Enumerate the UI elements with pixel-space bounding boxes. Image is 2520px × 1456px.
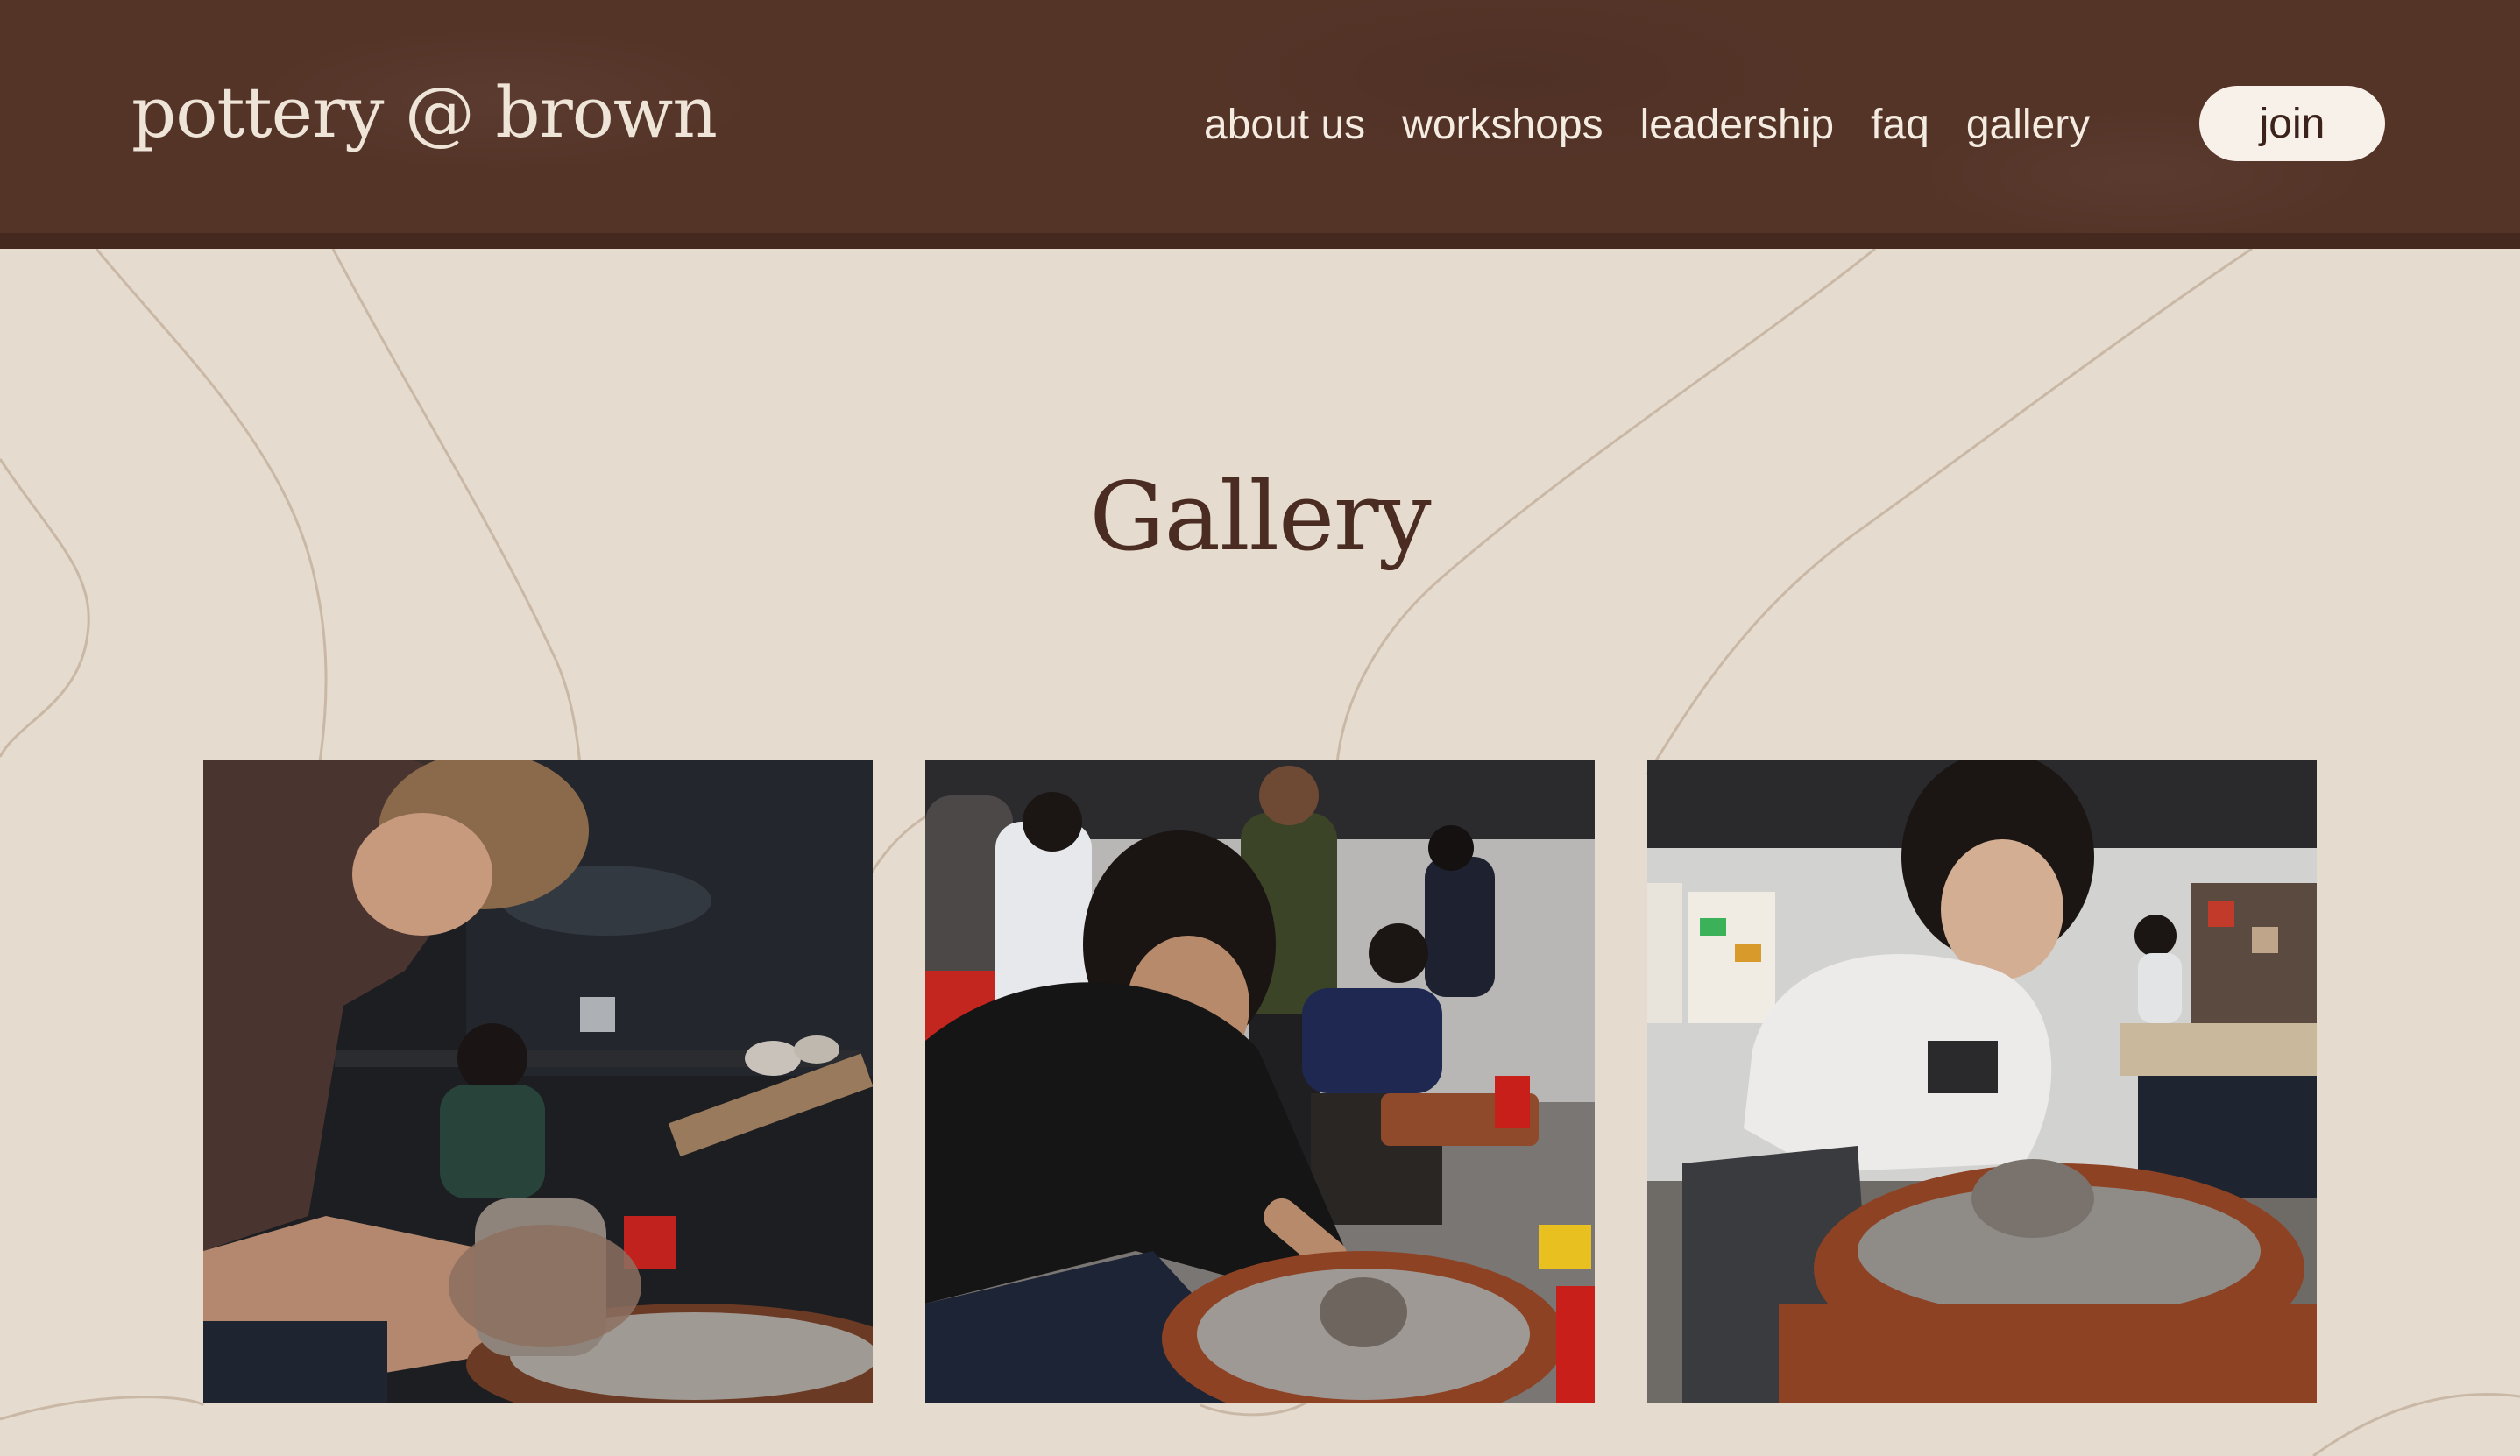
photo-image [203,760,873,1403]
site-header: pottery @ brown about us workshops leade… [0,0,2520,249]
gallery-photo-2[interactable] [925,760,1595,1403]
nav-leadership[interactable]: leadership [1640,101,1834,149]
photo-image [925,760,1595,1403]
nav-workshops[interactable]: workshops [1402,101,1603,149]
page-title: Gallery [1089,463,1431,572]
photo-gallery [0,760,2520,1403]
photo-image [1647,760,2317,1403]
main-nav: about us workshops leadership faq galler… [1204,98,2127,151]
gallery-photo-3[interactable] [1647,760,2317,1403]
join-button[interactable]: join [2199,86,2385,161]
gallery-photo-1[interactable] [203,760,873,1403]
topo-line [2312,1393,2520,1456]
nav-faq[interactable]: faq [1871,101,1929,149]
site-logo[interactable]: pottery @ brown [131,72,718,153]
nav-about-us[interactable]: about us [1204,101,1365,149]
nav-gallery[interactable]: gallery [1966,101,2090,149]
header-divider [0,233,2520,249]
